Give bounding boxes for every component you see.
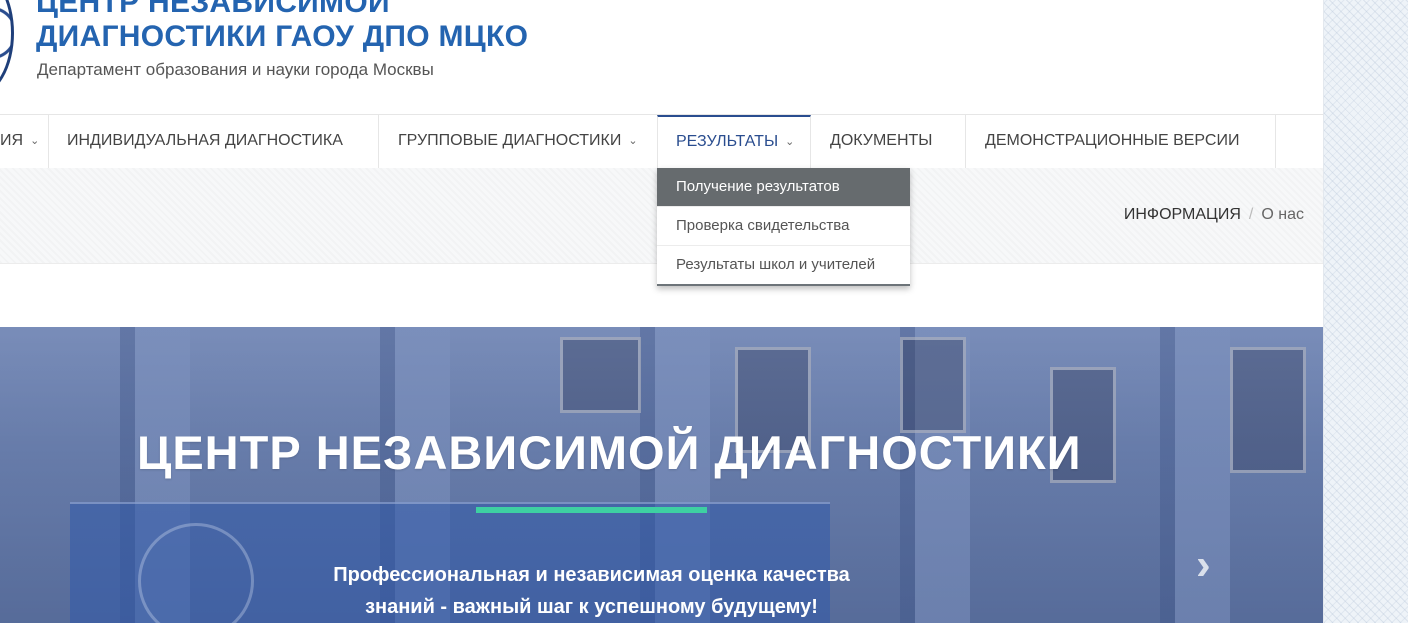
- nav-item-label: ГРУППОВЫЕ ДИАГНОСТИКИ: [398, 132, 622, 149]
- main-nav: ИЯ ⌄ ИНДИВИДУАЛЬНАЯ ДИАГНОСТИКА ГРУППОВЫЕ…: [0, 114, 1323, 169]
- site-title-line2[interactable]: ДИАГНОСТИКИ ГАОУ ДПО МЦКО: [36, 20, 528, 54]
- nav-divider: [378, 115, 379, 168]
- page-background-strip: [1323, 0, 1408, 623]
- hero-title: ЦЕНТР НЕЗАВИСИМОЙ ДИАГНОСТИКИ: [137, 426, 1082, 479]
- building-window: [560, 337, 641, 413]
- nav-item-truncated[interactable]: ИЯ ⌄: [0, 115, 39, 168]
- site-title[interactable]: ЦЕНТР НЕЗАВИСИМОЙ ДИАГНОСТИКИ ГАОУ ДПО М…: [36, 0, 528, 54]
- nav-item-label: ИНДИВИДУАЛЬНАЯ ДИАГНОСТИКА: [67, 132, 343, 149]
- next-slide-arrow-icon[interactable]: ›: [1196, 543, 1224, 587]
- nav-divider: [1275, 115, 1276, 168]
- nav-item-documents[interactable]: ДОКУМЕНТЫ: [830, 115, 932, 168]
- building-window: [900, 337, 966, 433]
- breadcrumb-separator: /: [1248, 206, 1254, 223]
- logo-emblem-icon[interactable]: [0, 0, 14, 96]
- hero-accent-line: [476, 507, 707, 513]
- hero-text: Профессиональная и независимая оценка ка…: [290, 559, 893, 623]
- page: ЦЕНТР НЕЗАВИСИМОЙ ДИАГНОСТИКИ ГАОУ ДПО М…: [0, 0, 1408, 623]
- building-window: [1230, 347, 1306, 473]
- nav-item-demo-versions[interactable]: ДЕМОНСТРАЦИОННЫЕ ВЕРСИИ: [985, 115, 1239, 168]
- nav-item-group-diagnostics[interactable]: ГРУППОВЫЕ ДИАГНОСТИКИ ⌄: [398, 115, 638, 168]
- chevron-down-icon: ⌄: [628, 135, 638, 147]
- hero-slider: ЦЕНТР НЕЗАВИСИМОЙ ДИАГНОСТИКИ Профессион…: [0, 327, 1323, 623]
- nav-divider: [965, 115, 966, 168]
- site-subtitle: Департамент образования и науки города М…: [37, 60, 434, 79]
- nav-item-results[interactable]: РЕЗУЛЬТАТЫ ⌄: [657, 115, 811, 168]
- menu-item-get-results[interactable]: Получение результатов: [657, 168, 910, 206]
- main-area: ЦЕНТР НЕЗАВИСИМОЙ ДИАГНОСТИКИ ГАОУ ДПО М…: [0, 0, 1323, 623]
- nav-item-label: ИЯ: [0, 132, 24, 149]
- chevron-down-icon: ⌄: [785, 136, 795, 148]
- results-dropdown-menu: Получение результатов Проверка свидетель…: [657, 168, 910, 286]
- nav-item-label: ДЕМОНСТРАЦИОННЫЕ ВЕРСИИ: [985, 132, 1240, 149]
- breadcrumb: ИНФОРМАЦИЯ / О нас: [1124, 206, 1304, 224]
- nav-item-label: РЕЗУЛЬТАТЫ: [676, 133, 779, 150]
- chevron-down-icon: ⌄: [30, 135, 40, 147]
- menu-item-check-certificate[interactable]: Проверка свидетельства: [657, 206, 910, 245]
- hero-text-line2: знаний - важный шаг к успешному будущему…: [365, 596, 818, 618]
- nav-divider: [48, 115, 49, 168]
- breadcrumb-item-information[interactable]: ИНФОРМАЦИЯ: [1124, 206, 1241, 223]
- hero-text-line1: Профессиональная и независимая оценка ка…: [333, 564, 850, 586]
- menu-item-school-teacher-results[interactable]: Результаты школ и учителей: [657, 245, 910, 284]
- nav-item-individual-diagnostics[interactable]: ИНДИВИДУАЛЬНАЯ ДИАГНОСТИКА: [67, 115, 343, 168]
- site-title-line1[interactable]: ЦЕНТР НЕЗАВИСИМОЙ: [36, 0, 528, 20]
- breadcrumb-item-about: О нас: [1261, 206, 1304, 223]
- nav-item-label: ДОКУМЕНТЫ: [830, 132, 933, 149]
